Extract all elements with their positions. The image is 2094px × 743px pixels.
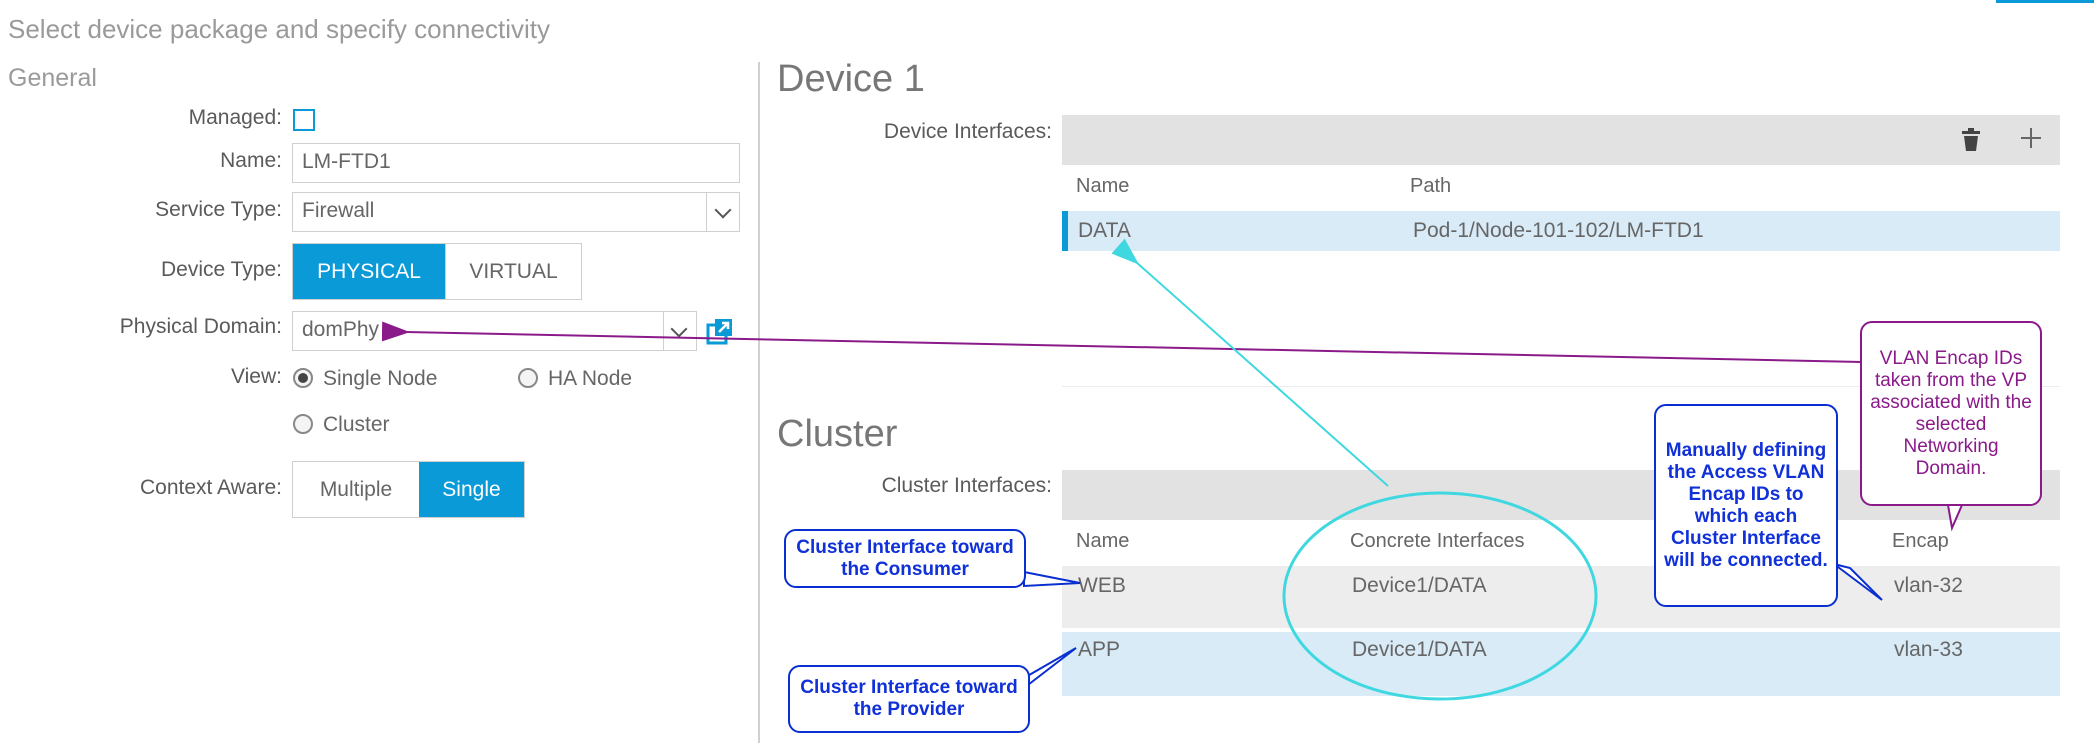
consumer-pointer [1023, 570, 1081, 588]
manual-pointer [1833, 563, 1883, 601]
vlan-pointer [1946, 504, 1964, 532]
callout-provider: Cluster Interface toward the Provider [788, 665, 1030, 733]
highlight-ring [1282, 491, 1598, 701]
interface-arrow [1111, 238, 1389, 487]
callout-vlan: VLAN Encap IDs taken from the VP associa… [1860, 321, 2042, 506]
callout-consumer: Cluster Interface toward the Consumer [784, 529, 1026, 588]
annotation-overlay [381, 238, 1964, 701]
provider-pointer [1023, 647, 1077, 691]
callout-manual: Manually defining the Access VLAN Encap … [1654, 404, 1838, 607]
domain-arrow [381, 321, 1863, 363]
